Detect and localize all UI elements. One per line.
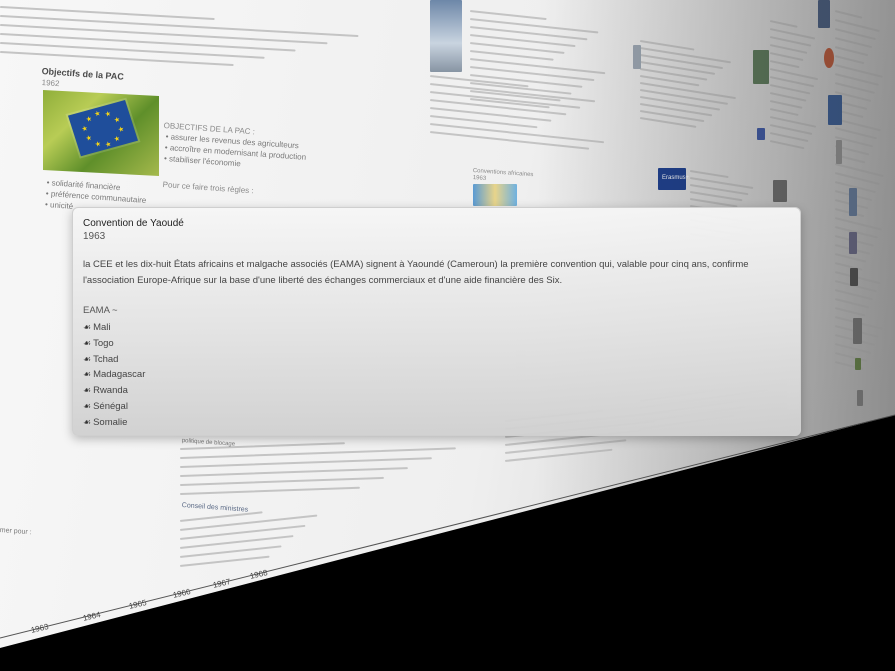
leaf-bullet-icon: ☙ bbox=[83, 385, 92, 396]
leaf-bullet-icon: ☙ bbox=[83, 353, 92, 364]
leaf-bullet-icon: ☙ bbox=[83, 337, 92, 348]
photo-thumbnail[interactable] bbox=[853, 318, 862, 344]
event-year: 1963 bbox=[83, 231, 106, 242]
country-name: Sénégal bbox=[93, 400, 128, 412]
list-item: ☙ Madagascar bbox=[83, 367, 145, 383]
leaf-bullet-icon: ☙ bbox=[83, 322, 92, 332]
logo-thumbnail[interactable] bbox=[824, 48, 834, 68]
photo-thumbnail[interactable] bbox=[849, 188, 857, 216]
photo-thumbnail[interactable] bbox=[850, 268, 858, 286]
africa-map-thumbnail[interactable] bbox=[473, 184, 517, 206]
list-item: ☙ Sénégal bbox=[83, 399, 145, 415]
document-thumbnail[interactable] bbox=[633, 45, 641, 69]
event-title: Convention de Yaoudé bbox=[83, 218, 184, 229]
photo-thumbnail[interactable] bbox=[836, 140, 842, 164]
event-detail-popup[interactable]: Convention de Yaoudé 1963 la CEE et les … bbox=[72, 207, 801, 436]
country-name: Togo bbox=[93, 337, 114, 349]
photo-thumbnail[interactable] bbox=[855, 358, 861, 370]
aid-section-year: 1963 bbox=[472, 175, 487, 182]
list-item: ☙ Rwanda bbox=[83, 383, 145, 399]
photo-thumbnail[interactable] bbox=[828, 95, 842, 125]
erasmus-logo[interactable]: Erasmus+ bbox=[658, 168, 690, 190]
list-item: ☙ Togo bbox=[83, 336, 145, 352]
country-name: Rwanda bbox=[93, 385, 128, 397]
leaf-bullet-icon: ☙ bbox=[83, 416, 92, 427]
wind-turbine-photo[interactable] bbox=[430, 0, 462, 72]
country-name: Mali bbox=[93, 322, 111, 333]
list-item: ☙ Somalie bbox=[83, 415, 145, 431]
erasmus-logo-label: Erasmus+ bbox=[662, 175, 690, 181]
list-item: ☙ Mali bbox=[83, 320, 145, 336]
photo-thumbnail[interactable] bbox=[753, 50, 769, 84]
country-name: Tchad bbox=[93, 353, 119, 365]
eu-field-photo[interactable]: ★ ★ ★ ★ ★ ★ ★ ★ ★ ★ bbox=[43, 89, 159, 177]
leaf-bullet-icon: ☙ bbox=[83, 369, 92, 380]
country-name: Somalie bbox=[93, 416, 128, 428]
list-item: ☙ Tchad bbox=[83, 352, 145, 368]
eu-flag-icon: ★ ★ ★ ★ ★ ★ ★ ★ ★ ★ bbox=[67, 100, 139, 157]
photo-thumbnail[interactable] bbox=[849, 232, 857, 254]
event-description: la CEE et les dix-huit États africains e… bbox=[83, 259, 749, 286]
portrait-thumbnail[interactable] bbox=[773, 180, 787, 202]
section-year: 1962 bbox=[41, 78, 60, 89]
building-photo[interactable] bbox=[818, 0, 830, 28]
country-name: Madagascar bbox=[93, 369, 146, 381]
country-list: ☙ Mali ☙ Togo ☙ Tchad ☙ Madagascar ☙ Rwanda ☙… bbox=[83, 320, 145, 431]
leaf-bullet-icon: ☙ bbox=[83, 400, 92, 411]
flag-thumbnail[interactable] bbox=[757, 128, 765, 140]
photo-thumbnail[interactable] bbox=[857, 390, 863, 406]
eama-label: EAMA ~ bbox=[83, 305, 118, 316]
